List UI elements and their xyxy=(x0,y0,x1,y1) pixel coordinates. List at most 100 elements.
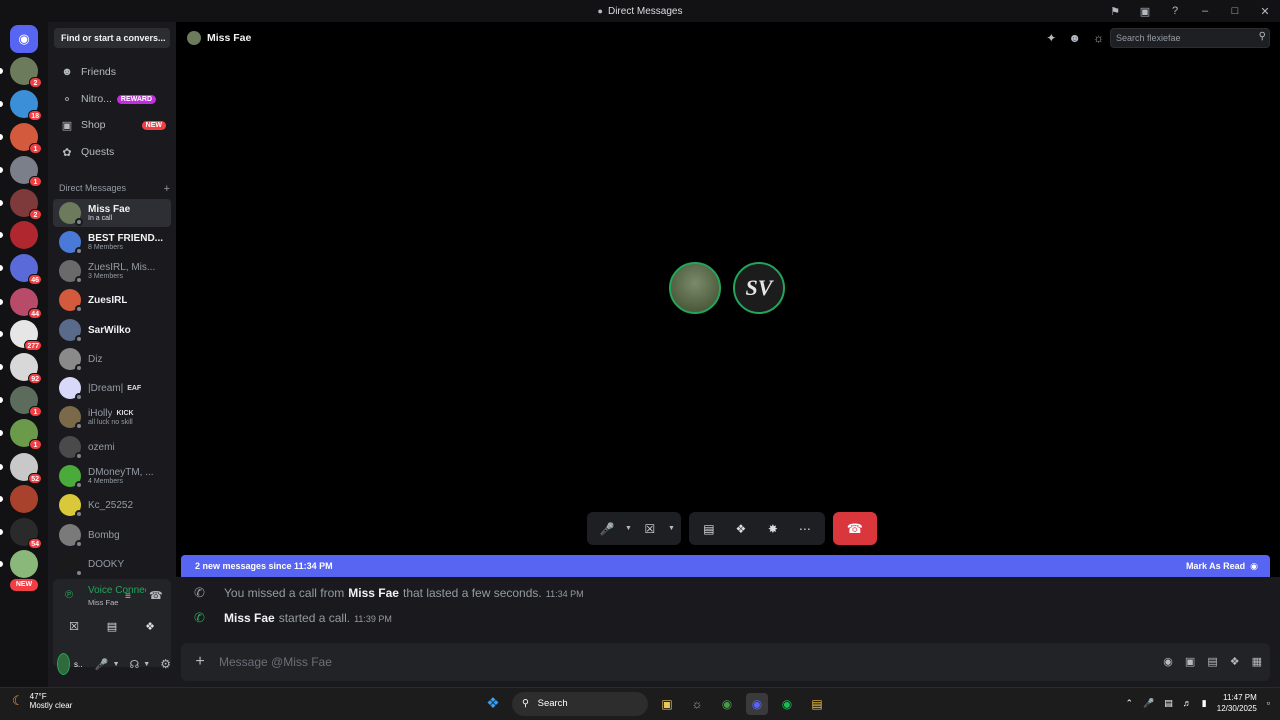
headphones-icon[interactable]: ☊ xyxy=(130,658,140,671)
network-icon[interactable]: ▤ xyxy=(1164,698,1173,709)
server-icon[interactable]: 18 xyxy=(0,90,42,121)
sticker-icon[interactable]: ▤ xyxy=(1207,655,1217,668)
dm-item[interactable]: BEST FRIEND... 8 Members xyxy=(53,228,171,256)
battery-icon[interactable]: ▮ xyxy=(1202,698,1207,709)
emoji-icon[interactable]: ❖ xyxy=(1230,655,1240,668)
home-button[interactable]: ◉ xyxy=(10,25,38,53)
dm-subtext: 4 Members xyxy=(88,478,124,485)
user-profile-icon[interactable]: ☼ xyxy=(1093,31,1104,45)
server-icon[interactable]: 2 xyxy=(0,189,42,220)
dm-item[interactable]: ZuesIRL, Mis... 3 Members xyxy=(53,257,171,285)
activities-button[interactable]: ❖ xyxy=(727,515,755,543)
missed-call-icon: ✆ xyxy=(194,585,205,600)
inbox-icon[interactable]: ⚑ xyxy=(1100,5,1130,18)
call-participant-avatar[interactable] xyxy=(669,262,721,314)
dm-item[interactable]: Kc_25252 xyxy=(53,491,171,519)
server-icon[interactable] xyxy=(0,221,38,249)
find-conversation-button[interactable]: Find or start a convers... xyxy=(54,28,170,48)
gift-icon[interactable]: ◉ xyxy=(1163,655,1173,668)
mark-as-read-button[interactable]: Mark As Read ◉ xyxy=(1186,561,1258,572)
server-icon[interactable]: 1 xyxy=(0,156,42,187)
microphone-button[interactable]: 🎤 xyxy=(593,515,621,543)
soundboard-button[interactable]: ✸ xyxy=(759,515,787,543)
screen-icon[interactable]: ▣ xyxy=(1130,5,1160,18)
server-icon[interactable]: 46 xyxy=(0,254,42,285)
dm-item[interactable]: Bombg xyxy=(53,521,171,549)
dm-item[interactable]: ZuesIRL xyxy=(53,286,171,314)
clock[interactable]: 11:47 PM 12/30/2025 xyxy=(1217,692,1257,714)
copilot-icon[interactable]: ☼ xyxy=(686,693,708,715)
nav-quests[interactable]: ✿ Quests xyxy=(54,141,172,163)
close-button[interactable]: ✕ xyxy=(1250,5,1280,18)
server-icon[interactable]: 52 xyxy=(0,453,42,484)
dm-item[interactable]: SarWilko xyxy=(53,316,171,344)
volume-icon[interactable]: ♬ xyxy=(1183,698,1192,708)
nav-shop[interactable]: ▣ Shop NEW xyxy=(54,114,172,136)
minimize-button[interactable]: – xyxy=(1190,5,1220,17)
help-icon[interactable]: ? xyxy=(1160,5,1190,17)
dm-item[interactable]: ozemi xyxy=(53,433,171,461)
chevron-down-icon[interactable]: ▼ xyxy=(143,661,150,668)
call-participant-avatar[interactable]: SV xyxy=(733,262,785,314)
server-icon[interactable] xyxy=(0,550,38,578)
nav-nitro[interactable]: ⚬ Nitro... REWARD xyxy=(54,88,172,110)
widgets-icon[interactable]: ▣ xyxy=(656,693,678,715)
user-avatar[interactable] xyxy=(57,653,71,675)
attach-plus-icon[interactable]: + xyxy=(181,653,219,671)
pin-icon[interactable]: ✦ xyxy=(1046,31,1056,45)
camera-off-button[interactable]: ☒ xyxy=(57,615,91,639)
screen-share-button[interactable]: ▤ xyxy=(95,615,129,639)
disconnect-icon[interactable]: ☎ xyxy=(149,589,163,602)
screen-share-button[interactable]: ▤ xyxy=(695,515,723,543)
spotify-icon[interactable]: ◉ xyxy=(776,693,798,715)
server-icon[interactable] xyxy=(0,485,38,513)
dm-item[interactable]: Diz xyxy=(53,345,171,373)
dm-item[interactable]: DOOKY xyxy=(53,550,171,578)
server-icon[interactable]: 1 xyxy=(0,386,42,417)
header-title[interactable]: Miss Fae xyxy=(207,32,251,44)
message-input[interactable]: Message @Miss Fae xyxy=(219,655,332,669)
server-icon[interactable]: 92 xyxy=(0,353,42,384)
chevron-up-icon[interactable]: ⌃ xyxy=(1126,698,1134,709)
new-messages-banner[interactable]: 2 new messages since 11:34 PM Mark As Re… xyxy=(181,555,1270,577)
chevron-down-icon[interactable]: ▼ xyxy=(668,525,675,532)
server-icon[interactable]: 1 xyxy=(0,419,42,450)
nav-friends[interactable]: ☻ Friends xyxy=(54,61,172,83)
notification-icon[interactable]: ▫ xyxy=(1267,698,1270,708)
microphone-tray-icon[interactable]: 🎤 xyxy=(1143,698,1154,709)
message-author[interactable]: Miss Fae xyxy=(348,586,399,600)
file-explorer-icon[interactable]: ▤ xyxy=(806,693,828,715)
server-icon[interactable]: 54 xyxy=(0,518,42,549)
dm-name: DOOKY xyxy=(88,558,125,570)
server-icon[interactable]: 44 xyxy=(0,288,42,319)
dm-item[interactable]: Miss Fae In a call xyxy=(53,199,171,227)
dm-item[interactable]: iHolly KICK all luck no skill xyxy=(53,403,171,431)
hang-up-button[interactable]: ☎ xyxy=(832,512,877,545)
dm-item[interactable]: DMoneyTM, ... 4 Members xyxy=(53,462,171,490)
activities-button[interactable]: ❖ xyxy=(133,615,167,639)
server-icon[interactable]: 1 xyxy=(0,123,42,154)
taskbar-search[interactable]: ⚲ Search xyxy=(512,692,648,716)
apps-icon[interactable]: ▦ xyxy=(1252,655,1262,668)
chevron-down-icon[interactable]: ▼ xyxy=(625,525,632,532)
chrome-icon[interactable]: ◉ xyxy=(716,693,738,715)
noise-suppression-icon[interactable]: ≡ xyxy=(125,591,131,602)
camera-off-button[interactable]: ☒ xyxy=(636,515,664,543)
maximize-button[interactable]: □ xyxy=(1220,5,1250,17)
more-options-button[interactable]: ⋯ xyxy=(791,515,819,543)
message-author[interactable]: Miss Fae xyxy=(224,611,275,625)
chevron-down-icon[interactable]: ▼ xyxy=(113,661,120,668)
server-icon[interactable]: 277 xyxy=(0,320,42,351)
add-friends-icon[interactable]: ☻ xyxy=(1068,31,1081,45)
server-icon[interactable]: 2 xyxy=(0,57,42,88)
microphone-icon[interactable]: 🎤 xyxy=(95,658,109,671)
discord-taskbar-icon[interactable]: ◉ xyxy=(746,693,768,715)
search-input[interactable]: Search flexiefae xyxy=(1110,28,1270,48)
settings-gear-icon[interactable]: ⚙ xyxy=(160,657,171,671)
weather-widget[interactable]: ☾ 47°F Mostly clear xyxy=(12,692,72,710)
windows-start-icon[interactable]: ❖ xyxy=(482,693,504,715)
dm-item[interactable]: |Dream| EAF xyxy=(53,374,171,402)
add-dm-icon[interactable]: + xyxy=(164,183,170,195)
gif-icon[interactable]: ▣ xyxy=(1185,655,1195,668)
voice-channel[interactable]: Miss Fae xyxy=(88,598,118,607)
